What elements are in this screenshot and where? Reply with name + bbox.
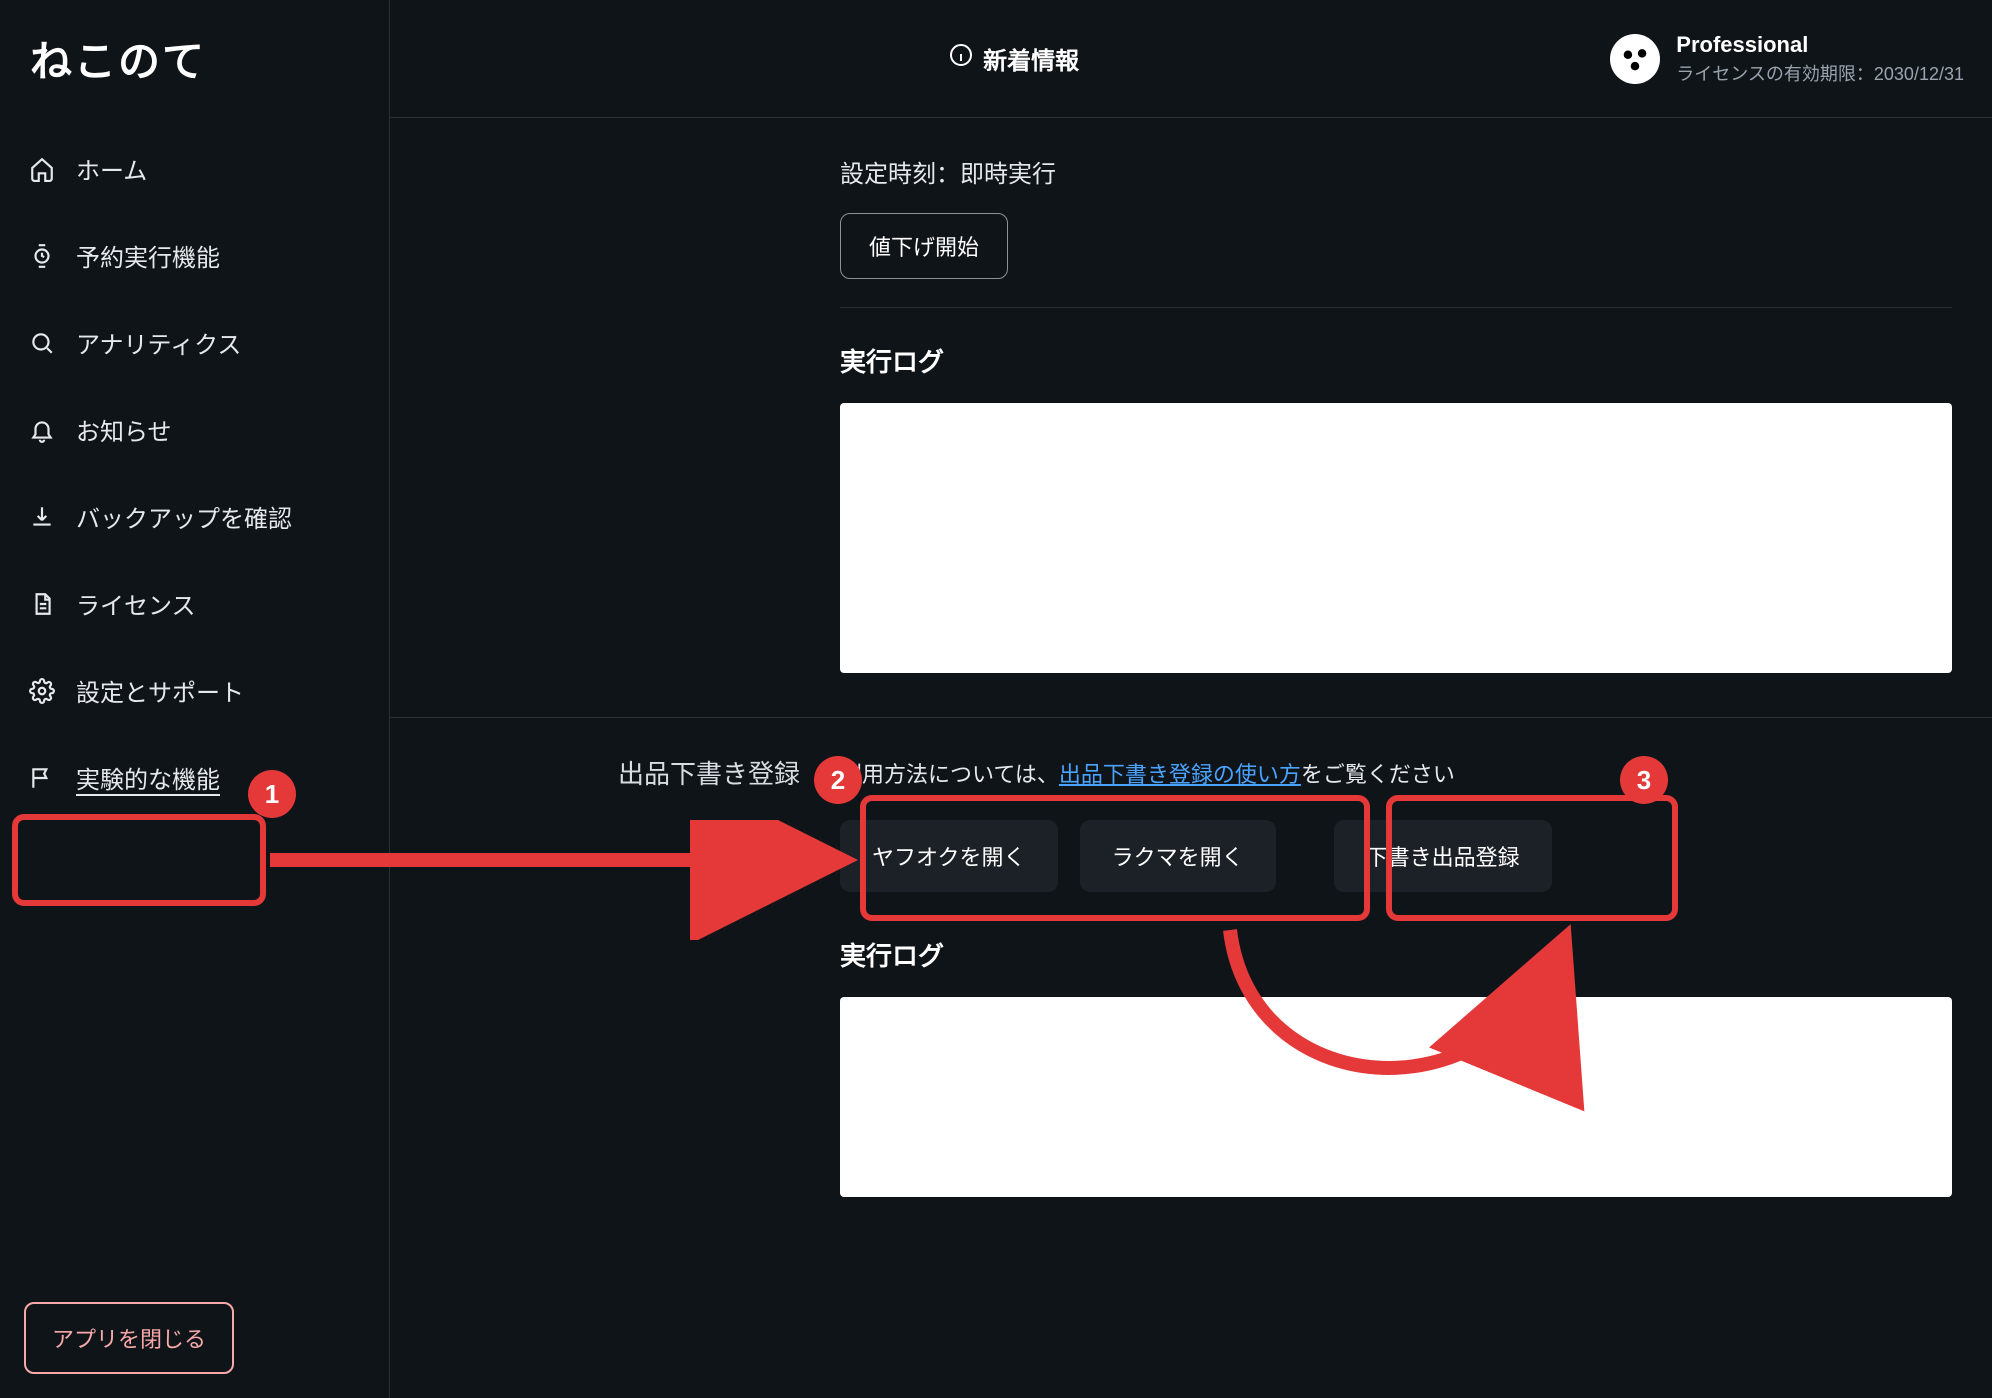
draft-usage-link[interactable]: 出品下書き登録の使い方 — [1059, 762, 1301, 787]
sidebar-item-analytics[interactable]: アナリティクス — [12, 303, 377, 382]
info-icon — [949, 43, 973, 74]
log-box — [840, 997, 1952, 1197]
sidebar-item-license[interactable]: ライセンス — [12, 564, 377, 643]
sidebar-item-backup[interactable]: バックアップを確認 — [12, 477, 377, 556]
news-label: 新着情報 — [983, 41, 1079, 76]
sidebar-item-label: 設定とサポート — [76, 673, 244, 708]
sidebar-item-label: 予約実行機能 — [76, 238, 220, 273]
sidebar-item-label: 実験的な機能 — [76, 760, 220, 795]
gear-icon — [28, 677, 56, 705]
sidebar-item-news[interactable]: お知らせ — [12, 390, 377, 469]
watch-icon — [28, 242, 56, 270]
plan-name: Professional — [1676, 32, 1964, 58]
sidebar-item-label: ホーム — [76, 151, 147, 186]
section-draft-listing: 出品下書き登録 利用方法については、出品下書き登録の使い方をご覧ください ヤフオ… — [390, 718, 1992, 1241]
setting-time-text: 設定時刻：即時実行 — [840, 154, 1952, 189]
sidebar-item-label: お知らせ — [76, 412, 172, 447]
sidebar-item-label: ライセンス — [76, 586, 196, 621]
sidebar: ねこのて ホーム 予約実行機能 アナリティクス — [0, 0, 390, 1398]
news-link[interactable]: 新着情報 — [418, 41, 1610, 76]
log-box — [840, 403, 1952, 673]
section-label: 出品下書き登録 — [430, 754, 810, 1197]
close-app-button[interactable]: アプリを閉じる — [24, 1302, 234, 1374]
log-heading: 実行ログ — [840, 936, 1952, 973]
sidebar-item-experimental[interactable]: 実験的な機能 — [12, 738, 377, 817]
avatar — [1610, 34, 1660, 84]
price-down-start-button[interactable]: 値下げ開始 — [840, 213, 1008, 279]
download-icon — [28, 503, 56, 531]
topbar: 新着情報 Professional ライセンスの有効期限：2030/12/31 — [390, 0, 1992, 118]
flag-icon — [28, 764, 56, 792]
sidebar-item-settings[interactable]: 設定とサポート — [12, 651, 377, 730]
open-yahoo-button[interactable]: ヤフオクを開く — [840, 820, 1058, 892]
section-price-down: 設定時刻：即時実行 値下げ開始 実行ログ — [390, 118, 1992, 718]
app-title: ねこのて — [0, 28, 389, 119]
content: 設定時刻：即時実行 値下げ開始 実行ログ 出品下書き登録 利用方法については、出… — [390, 118, 1992, 1398]
sidebar-item-schedule[interactable]: 予約実行機能 — [12, 216, 377, 295]
sidebar-item-label: バックアップを確認 — [76, 499, 292, 534]
sidebar-item-label: アナリティクス — [76, 325, 241, 360]
register-draft-button[interactable]: 下書き出品登録 — [1334, 820, 1552, 892]
section-label — [430, 154, 810, 673]
plan-expiry: ライセンスの有効期限：2030/12/31 — [1676, 60, 1964, 86]
bell-icon — [28, 416, 56, 444]
sidebar-item-home[interactable]: ホーム — [12, 129, 377, 208]
desc-suffix: をご覧ください — [1301, 762, 1455, 787]
document-icon — [28, 590, 56, 618]
draft-description: 利用方法については、出品下書き登録の使い方をご覧ください — [840, 754, 1952, 796]
search-icon — [28, 329, 56, 357]
main: 新着情報 Professional ライセンスの有効期限：2030/12/31 … — [390, 0, 1992, 1398]
desc-prefix: 利用方法については、 — [840, 762, 1059, 787]
log-heading: 実行ログ — [840, 342, 1952, 379]
account-block: Professional ライセンスの有効期限：2030/12/31 — [1610, 32, 1964, 86]
open-rakuma-button[interactable]: ラクマを開く — [1080, 820, 1276, 892]
nav: ホーム 予約実行機能 アナリティクス お知らせ — [0, 119, 389, 827]
home-icon — [28, 155, 56, 183]
divider — [840, 307, 1952, 308]
